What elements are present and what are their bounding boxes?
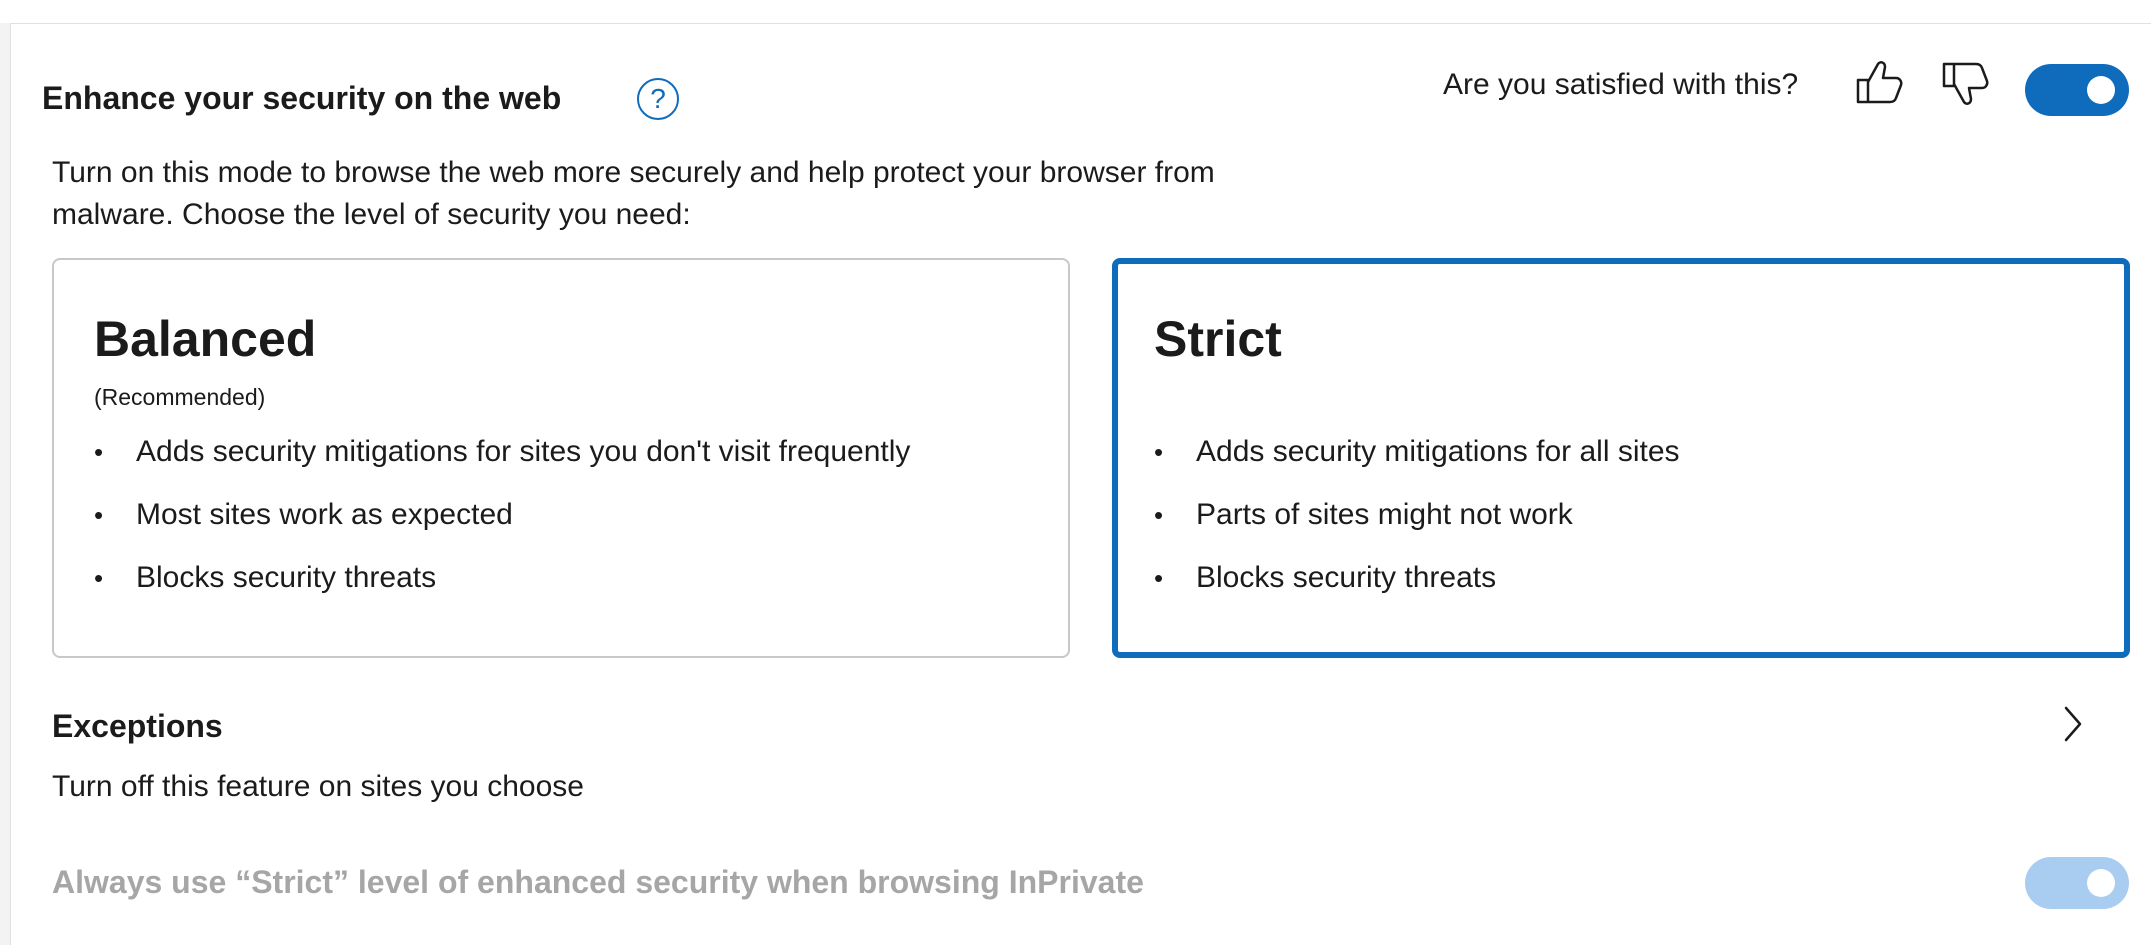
question-circle-icon[interactable]: ?	[637, 78, 679, 120]
bullet-text: Adds security mitigations for all sites	[1196, 435, 1680, 468]
exceptions-description: Turn off this feature on sites you choos…	[52, 770, 584, 803]
thumbs-up-icon[interactable]	[1852, 56, 1904, 108]
list-item: • Blocks security threats	[1154, 561, 1497, 594]
balanced-option-card[interactable]: Balanced (Recommended) • Adds security mi…	[52, 258, 1070, 658]
section-description: Turn on this mode to browse the web more…	[52, 152, 1352, 236]
toggle-knob	[2087, 76, 2115, 104]
thumbs-down-icon[interactable]	[1938, 58, 1990, 110]
list-item: • Blocks security threats	[94, 561, 437, 594]
list-item: • Adds security mitigations for all sites	[1154, 435, 1680, 468]
balanced-bullet-list: • Adds security mitigations for sites you…	[94, 432, 910, 621]
bullet-text: Adds security mitigations for sites you …	[136, 435, 911, 468]
top-strip	[0, 0, 2151, 23]
feedback-prompt: Are you satisfied with this?	[1443, 68, 1799, 101]
card-subtitle-recommended: (Recommended)	[94, 384, 266, 410]
list-item: • Parts of sites might not work	[1154, 498, 1573, 531]
chevron-right-icon[interactable]	[2058, 702, 2088, 746]
bullet-text: Blocks security threats	[136, 561, 437, 594]
bullet-text: Blocks security threats	[1196, 561, 1497, 594]
list-item: • Adds security mitigations for sites you…	[94, 435, 911, 468]
exceptions-title: Exceptions	[52, 708, 223, 744]
section-title: Enhance your security on the web	[42, 80, 562, 116]
strict-option-card[interactable]: Strict • Adds security mitigations for al…	[1112, 258, 2130, 658]
description-line-2: malware. Choose the level of security yo…	[52, 198, 691, 231]
card-title-strict: Strict	[1154, 311, 1282, 367]
inprivate-strict-label: Always use “Strict” level of enhanced se…	[52, 864, 1144, 900]
list-item: • Most sites work as expected	[94, 498, 513, 531]
toggle-knob	[2087, 869, 2115, 897]
inprivate-strict-toggle[interactable]	[2025, 857, 2129, 909]
card-title-balanced: Balanced	[94, 311, 317, 367]
strict-bullet-list: • Adds security mitigations for all sites…	[1154, 432, 1680, 621]
enhanced-security-toggle[interactable]	[2025, 64, 2129, 116]
exceptions-row[interactable]: Exceptions Turn off this feature on site…	[42, 700, 2122, 820]
bullet-text: Most sites work as expected	[136, 498, 513, 531]
description-line-1: Turn on this mode to browse the web more…	[52, 156, 1215, 189]
bullet-text: Parts of sites might not work	[1196, 498, 1573, 531]
